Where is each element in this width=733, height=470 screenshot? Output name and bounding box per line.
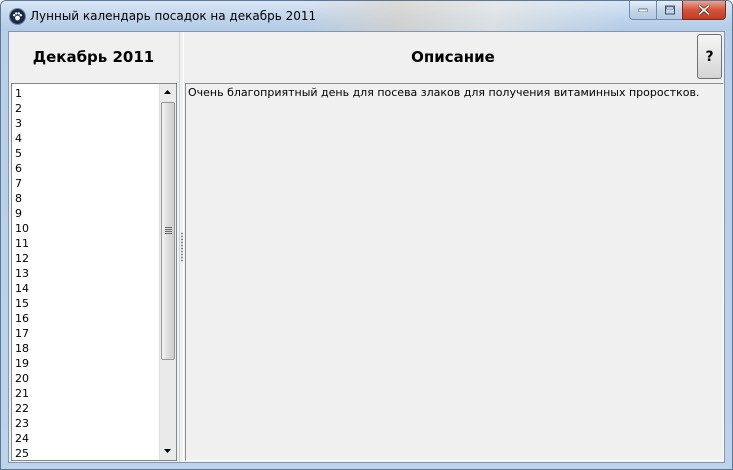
close-button[interactable]: [682, 1, 726, 20]
list-item[interactable]: 6: [15, 161, 160, 176]
scroll-up-button[interactable]: [160, 84, 176, 101]
list-item[interactable]: 7: [15, 176, 160, 191]
title-bar-background: [301, 1, 621, 31]
list-item[interactable]: 24: [15, 431, 160, 446]
list-item[interactable]: 23: [15, 416, 160, 431]
scroll-thumb[interactable]: [161, 102, 175, 360]
days-scrollbar[interactable]: [159, 84, 176, 460]
list-item[interactable]: 16: [15, 311, 160, 326]
minimize-button[interactable]: [629, 1, 656, 20]
list-item[interactable]: 10: [15, 221, 160, 236]
list-item[interactable]: 20: [15, 371, 160, 386]
maximize-icon: [664, 5, 675, 15]
list-item[interactable]: 17: [15, 326, 160, 341]
month-header: Декабрь 2011: [32, 48, 155, 66]
list-item[interactable]: 22: [15, 401, 160, 416]
app-window: Лунный календарь посадок на декабрь 2011: [0, 0, 733, 470]
list-item[interactable]: 14: [15, 281, 160, 296]
splitter-grip-icon: [181, 232, 183, 262]
list-item[interactable]: 4: [15, 131, 160, 146]
days-listbox[interactable]: 1 2 3 4 5 6 7 8 9 10 11 12 13 14 15 16 17 18 19 20 21 22 23 24 2…: [11, 83, 177, 461]
list-item[interactable]: 1: [15, 86, 160, 101]
list-item[interactable]: 15: [15, 296, 160, 311]
paw-icon[interactable]: [9, 8, 26, 25]
list-item[interactable]: 12: [15, 251, 160, 266]
description-header: Описание ?: [185, 32, 725, 82]
list-item[interactable]: 2: [15, 101, 160, 116]
window-title: Лунный календарь посадок на декабрь 2011: [30, 9, 317, 23]
help-button[interactable]: ?: [697, 34, 722, 79]
list-item[interactable]: 3: [15, 116, 160, 131]
scroll-down-button[interactable]: [160, 443, 176, 460]
close-icon: [698, 5, 710, 15]
arrow-up-icon: [164, 90, 171, 94]
description-text: Очень благоприятный день для посева злак…: [185, 83, 724, 461]
list-item[interactable]: 21: [15, 386, 160, 401]
description-title: Описание: [411, 48, 495, 66]
list-item[interactable]: 19: [15, 356, 160, 371]
grip-icon: [165, 227, 172, 234]
list-item[interactable]: 18: [15, 341, 160, 356]
client-area: Декабрь 2011 1 2 3 4 5 6 7 8 9 10 11 12 13 14 15 16 17 18…: [8, 31, 725, 463]
list-item[interactable]: 9: [15, 206, 160, 221]
maximize-button[interactable]: [656, 1, 682, 20]
panel-splitter[interactable]: [179, 32, 184, 462]
days-list: 1 2 3 4 5 6 7 8 9 10 11 12 13 14 15 16 17 18 19 20 21 22 23 24 2…: [15, 86, 160, 460]
list-item[interactable]: 5: [15, 146, 160, 161]
title-bar[interactable]: Лунный календарь посадок на декабрь 2011: [1, 1, 732, 31]
list-item[interactable]: 13: [15, 266, 160, 281]
list-item[interactable]: 11: [15, 236, 160, 251]
window-controls: [629, 1, 726, 21]
list-item[interactable]: 8: [15, 191, 160, 206]
arrow-down-icon: [164, 449, 171, 453]
minimize-icon: [638, 8, 648, 12]
list-item[interactable]: 25: [15, 446, 160, 460]
